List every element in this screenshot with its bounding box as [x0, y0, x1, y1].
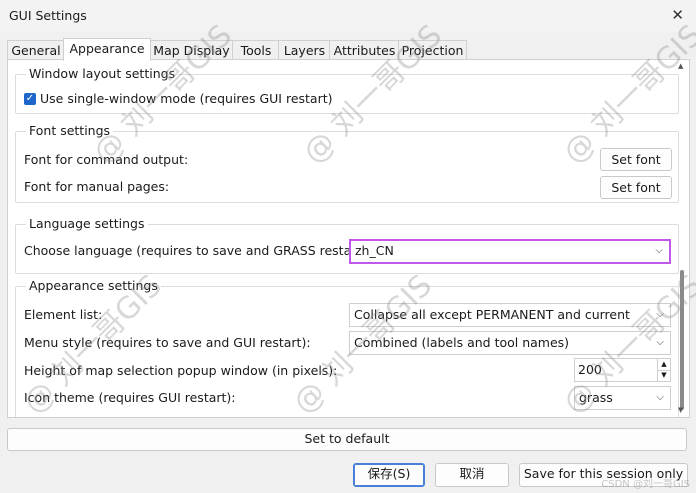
window-title: GUI Settings — [9, 8, 87, 23]
single-window-checkbox[interactable]: ✓ — [24, 93, 36, 105]
title-bar: GUI Settings ✕ — [0, 0, 696, 32]
scroll-down-arrow-icon[interactable]: ▼ — [678, 406, 683, 414]
tab-projection[interactable]: Projection — [398, 40, 467, 60]
element-list-label: Element list: — [24, 307, 103, 322]
set-font-command-button[interactable]: Set font — [600, 148, 672, 171]
appearance-settings-group: Appearance settings Element list: Collap… — [15, 278, 679, 417]
cancel-button[interactable]: 取消 — [435, 463, 509, 487]
element-list-value: Collapse all except PERMANENT and curren… — [354, 307, 630, 322]
set-font-manual-button[interactable]: Set font — [600, 176, 672, 199]
chevron-down-icon: ⌵ — [656, 309, 664, 320]
language-settings-group: Language settings Choose language (requi… — [15, 216, 679, 274]
font-settings-group: Font settings Font for command output: S… — [15, 123, 679, 203]
tab-layers[interactable]: Layers — [278, 40, 331, 60]
scroll-up-arrow-icon[interactable]: ▲ — [678, 62, 683, 70]
map-popup-height-label: Height of map selection popup window (in… — [24, 363, 338, 378]
map-popup-height-spinner[interactable]: 200 ▲ ▼ — [574, 358, 671, 382]
corner-watermark: CSDN @刘一哥GIS — [601, 479, 690, 490]
map-popup-height-value: 200 — [578, 362, 602, 377]
choose-language-label: Choose language (requires to save and GR… — [24, 243, 371, 258]
save-button[interactable]: 保存(S) — [353, 463, 425, 487]
menu-style-select[interactable]: Combined (labels and tool names) ⌵ — [349, 331, 671, 355]
font-settings-title: Font settings — [26, 123, 114, 138]
manual-pages-font-label: Font for manual pages: — [24, 179, 170, 194]
window-layout-group: Window layout settings ✓ Use single-wind… — [15, 66, 679, 114]
decrement-arrow-icon[interactable]: ▼ — [657, 370, 670, 381]
menu-style-label: Menu style (requires to save and GUI res… — [24, 335, 311, 350]
icon-theme-label: Icon theme (requires GUI restart): — [24, 390, 236, 405]
element-list-select[interactable]: Collapse all except PERMANENT and curren… — [349, 303, 671, 327]
tab-general[interactable]: General — [7, 40, 65, 60]
panel-scrollbar[interactable]: ▲ ▼ — [678, 60, 687, 417]
language-value: zh_CN — [355, 243, 394, 258]
single-window-label: Use single-window mode (requires GUI res… — [40, 91, 333, 106]
language-select[interactable]: zh_CN ⌵ — [349, 239, 671, 264]
chevron-down-icon: ⌵ — [656, 337, 664, 348]
scrollbar-thumb[interactable] — [680, 270, 684, 410]
menu-style-value: Combined (labels and tool names) — [354, 335, 570, 350]
check-icon: ✓ — [25, 93, 35, 104]
appearance-panel: Window layout settings ✓ Use single-wind… — [7, 59, 690, 418]
chevron-down-icon: ⌵ — [656, 392, 664, 403]
window-layout-title: Window layout settings — [26, 66, 179, 81]
language-settings-title: Language settings — [26, 216, 148, 231]
command-output-font-label: Font for command output: — [24, 152, 189, 167]
icon-theme-value: grass — [579, 390, 613, 405]
icon-theme-select[interactable]: grass ⌵ — [574, 386, 671, 410]
tab-map-display[interactable]: Map Display — [149, 40, 234, 60]
chevron-down-icon: ⌵ — [655, 245, 663, 256]
appearance-settings-title: Appearance settings — [26, 278, 161, 293]
tab-tools[interactable]: Tools — [232, 40, 280, 60]
close-icon[interactable]: ✕ — [671, 6, 684, 24]
set-to-default-button[interactable]: Set to default — [7, 428, 687, 451]
tab-attributes[interactable]: Attributes — [329, 40, 400, 60]
tab-appearance[interactable]: Appearance — [63, 38, 151, 61]
